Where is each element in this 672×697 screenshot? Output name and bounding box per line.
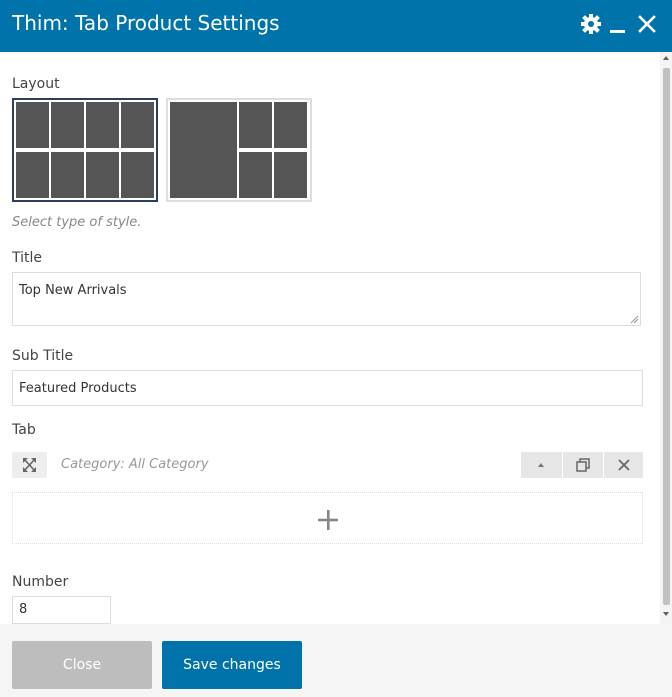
title-value: Top New Arrivals [19, 283, 127, 298]
resize-grip-icon[interactable] [630, 315, 639, 324]
dialog-title: Thim: Tab Product Settings [12, 11, 280, 35]
save-changes-button[interactable]: Save changes [162, 641, 302, 689]
tab-label: Tab [12, 422, 36, 438]
scrollbar[interactable] [660, 52, 672, 624]
dialog-footer: Close Save changes [0, 624, 672, 697]
close-icon [618, 459, 630, 471]
dialog-body: Layout Select type of style. Title Top N… [0, 52, 660, 624]
layout-option-grid[interactable] [12, 98, 158, 202]
title-field[interactable]: Top New Arrivals [12, 272, 641, 326]
sub-title-label: Sub Title [12, 348, 74, 364]
duplicate-button[interactable] [562, 452, 603, 478]
number-value: 8 [19, 602, 28, 617]
move-up-button[interactable] [521, 452, 561, 478]
gear-icon[interactable] [580, 12, 602, 36]
number-field[interactable]: 8 [12, 596, 111, 624]
expand-icon [23, 458, 36, 472]
tab-item: Category: All Category [12, 452, 643, 479]
layout-option-featured[interactable] [166, 98, 312, 202]
plus-icon [318, 510, 338, 530]
scroll-up-icon[interactable] [663, 56, 669, 60]
duplicate-icon [576, 458, 590, 472]
close-icon[interactable] [637, 12, 659, 36]
minimize-icon[interactable] [609, 12, 631, 36]
add-tab-button[interactable] [12, 492, 643, 544]
number-label: Number [12, 574, 69, 590]
scroll-down-icon[interactable] [663, 612, 669, 616]
tab-item-actions [521, 452, 643, 478]
close-button[interactable]: Close [12, 641, 152, 689]
scroll-thumb[interactable] [663, 68, 670, 605]
sub-title-field[interactable]: Featured Products [12, 370, 643, 406]
layout-hint: Select type of style. [12, 215, 142, 230]
sub-title-value: Featured Products [19, 381, 137, 396]
caret-up-icon [538, 463, 544, 467]
remove-button[interactable] [603, 452, 644, 478]
tab-item-title[interactable]: Category: All Category [61, 456, 209, 474]
expand-button[interactable] [12, 452, 47, 478]
title-label: Title [12, 250, 43, 266]
layout-label: Layout [12, 76, 60, 92]
dialog-header: Thim: Tab Product Settings [0, 0, 672, 52]
settings-dialog: Thim: Tab Product Settings Layout Select… [0, 0, 672, 697]
